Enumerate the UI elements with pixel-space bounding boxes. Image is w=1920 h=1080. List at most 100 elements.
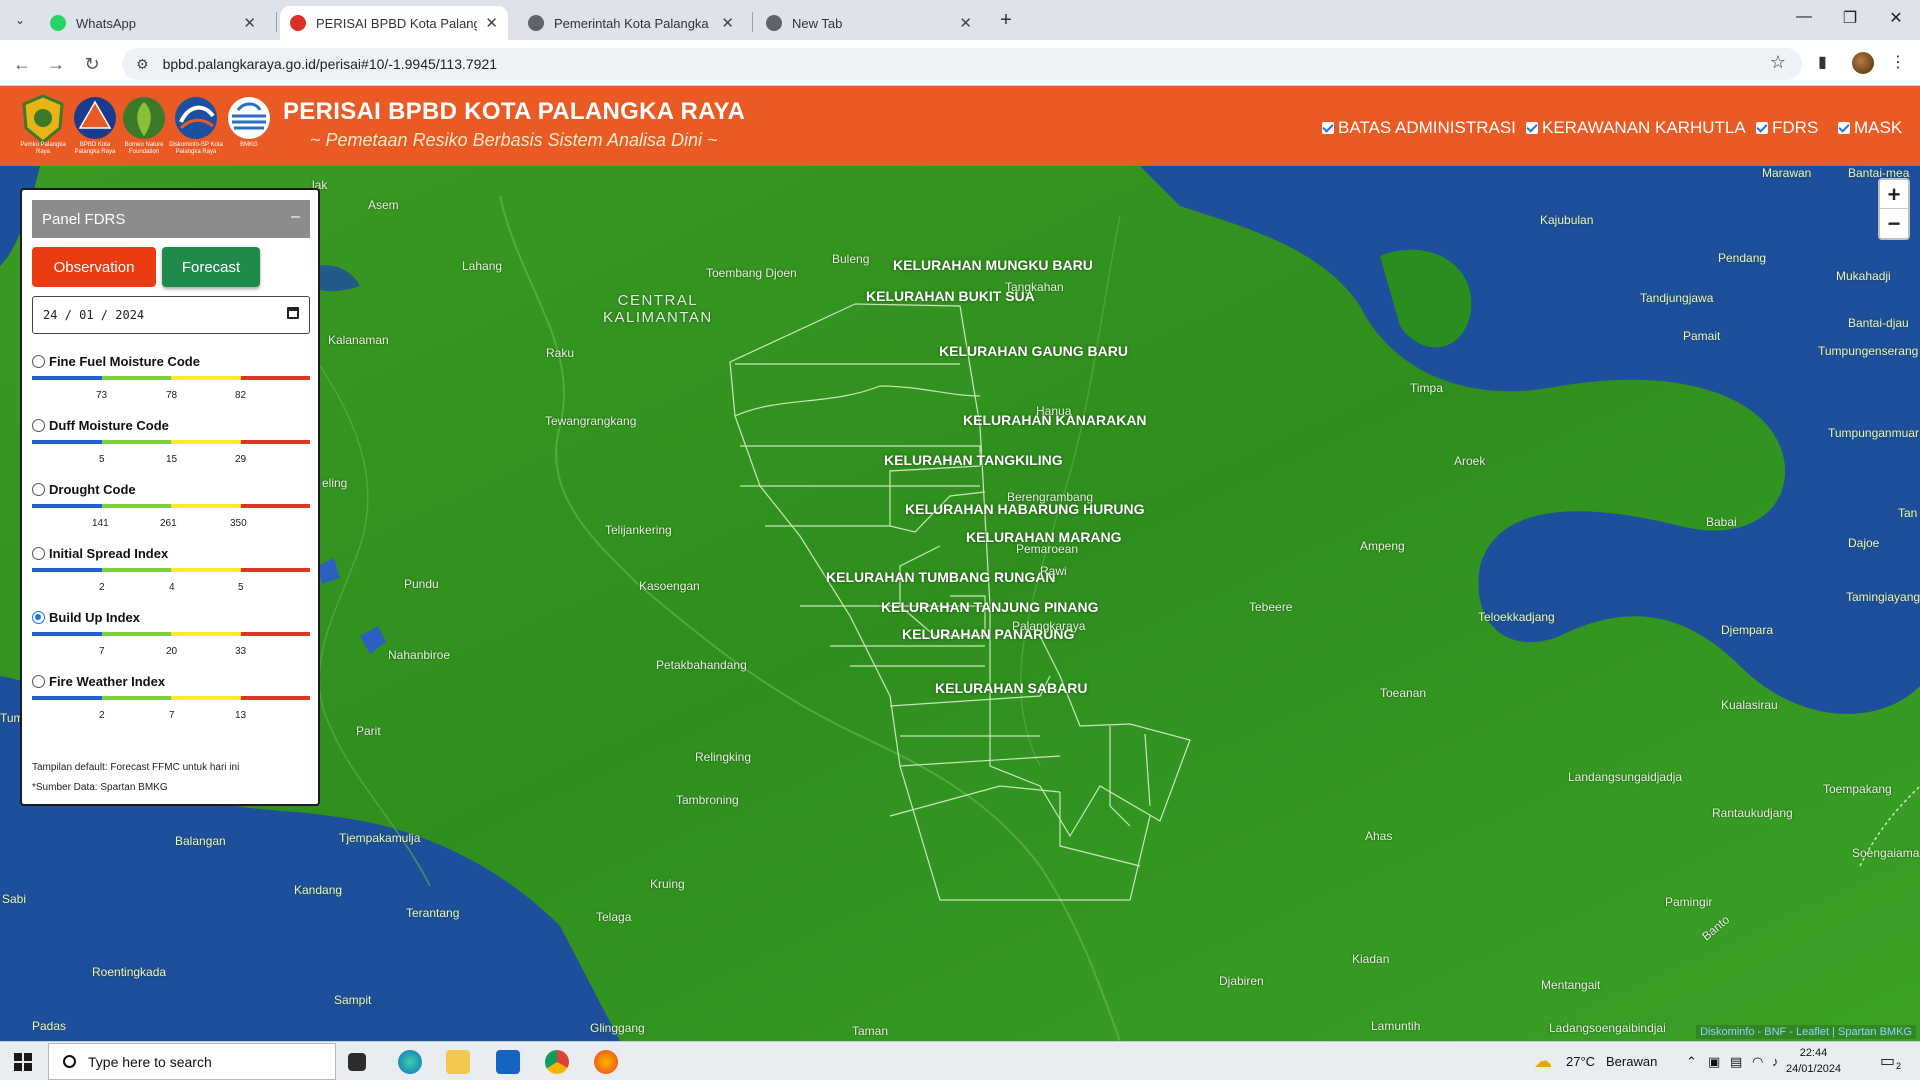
radio-button[interactable] bbox=[32, 483, 45, 496]
place-label: Lamuntih bbox=[1371, 1019, 1421, 1033]
index-label: Duff Moisture Code bbox=[49, 418, 169, 433]
radio-button[interactable] bbox=[32, 355, 45, 368]
date-input[interactable]: 24 / 01 / 2024 bbox=[32, 296, 310, 334]
forward-arrow-icon[interactable]: → bbox=[44, 52, 68, 76]
kelurahan-label[interactable]: KELURAHAN TANJUNG PINANG bbox=[881, 599, 1099, 615]
close-tab-icon[interactable]: ✕ bbox=[243, 14, 256, 32]
volume-icon[interactable]: ♪ bbox=[1772, 1054, 1779, 1069]
chrome-icon[interactable] bbox=[545, 1050, 569, 1074]
site-info-icon[interactable]: ⚙ bbox=[136, 56, 149, 73]
tab-new[interactable]: New Tab ✕ bbox=[756, 6, 982, 40]
place-label: Sabi bbox=[2, 892, 27, 906]
layer-toggle-kerawanan-karhutla[interactable]: KERAWANAN KARHUTLA bbox=[1526, 118, 1746, 138]
place-label: Lahang bbox=[462, 259, 503, 273]
bookmark-star-icon[interactable]: ☆ bbox=[1770, 52, 1786, 73]
kelurahan-label[interactable]: KELURAHAN GAUNG BARU bbox=[939, 343, 1128, 359]
layer-toggle-fdrs[interactable]: FDRS bbox=[1756, 118, 1818, 138]
weather-cloud-icon[interactable]: ☁ bbox=[1534, 1051, 1552, 1072]
clock-date: 24/01/2024 bbox=[1786, 1063, 1842, 1075]
index-fwi[interactable]: Fire Weather Index 2 7 13 bbox=[32, 674, 310, 734]
checkbox-checked-icon[interactable] bbox=[1322, 122, 1334, 134]
index-dc[interactable]: Drought Code 141 261 350 bbox=[32, 482, 310, 542]
tick-label: 15 bbox=[166, 454, 178, 465]
mail-icon[interactable] bbox=[496, 1050, 520, 1074]
radio-button[interactable] bbox=[32, 675, 45, 688]
new-tab-button[interactable]: + bbox=[994, 8, 1018, 32]
task-view-icon[interactable] bbox=[348, 1053, 366, 1071]
place-label: Kiadan bbox=[1352, 952, 1390, 966]
restore-window-button[interactable]: ❐ bbox=[1830, 8, 1870, 28]
minimize-panel-button[interactable]: – bbox=[291, 208, 300, 226]
zoom-in-button[interactable]: + bbox=[1880, 180, 1908, 209]
kelurahan-label[interactable]: KELURAHAN MUNGKU BARU bbox=[893, 257, 1093, 273]
taskbar-clock[interactable]: 22:44 24/01/2024 bbox=[1786, 1045, 1841, 1077]
tick-label: 33 bbox=[235, 646, 247, 657]
index-label: Initial Spread Index bbox=[49, 546, 169, 561]
close-tab-icon[interactable]: ✕ bbox=[485, 14, 498, 32]
edge-icon[interactable] bbox=[398, 1050, 422, 1074]
logo-caption: Borneo Nature Foundation bbox=[124, 142, 164, 155]
url-text[interactable]: bpbd.palangkaraya.go.id/perisai#10/-1.99… bbox=[163, 56, 497, 72]
logo-caption: BMKG bbox=[240, 142, 258, 148]
notification-icon[interactable]: ▭ bbox=[1880, 1051, 1895, 1071]
tab-whatsapp[interactable]: WhatsApp ✕ bbox=[40, 6, 266, 40]
checkbox-checked-icon[interactable] bbox=[1526, 122, 1538, 134]
place-label: Tjempakamulja bbox=[339, 831, 421, 845]
address-bar[interactable]: ⚙ bpbd.palangkaraya.go.id/perisai#10/-1.… bbox=[122, 48, 1802, 80]
checkbox-checked-icon[interactable] bbox=[1756, 122, 1768, 134]
layer-toggle-batas-administrasi[interactable]: BATAS ADMINISTRASI bbox=[1322, 118, 1516, 138]
map-attribution[interactable]: Diskominfo - BNF - Leaflet | Spartan BMK… bbox=[1696, 1025, 1916, 1039]
place-label: Ahas bbox=[1365, 829, 1393, 843]
tick-label: 7 bbox=[99, 646, 105, 657]
firefox-icon[interactable] bbox=[594, 1050, 618, 1074]
reload-icon[interactable]: ↻ bbox=[80, 52, 104, 76]
calendar-icon[interactable] bbox=[287, 307, 299, 319]
index-ffmc[interactable]: Fine Fuel Moisture Code 73 78 82 bbox=[32, 354, 310, 414]
radio-button[interactable] bbox=[32, 547, 45, 560]
region-label: CENTRAL KALIMANTAN bbox=[603, 292, 713, 326]
menu-kebab-icon[interactable]: ⋮ bbox=[1890, 52, 1906, 72]
place-label: Mentangait bbox=[1541, 978, 1601, 992]
checkbox-checked-icon[interactable] bbox=[1838, 122, 1850, 134]
place-label: Tan bbox=[1898, 506, 1918, 520]
place-label: Pundu bbox=[404, 577, 439, 591]
place-label: Teloekkadjang bbox=[1478, 610, 1555, 624]
tray-display-icon[interactable]: ▤ bbox=[1730, 1054, 1742, 1070]
observation-button[interactable]: Observation bbox=[32, 247, 156, 287]
weather-desc[interactable]: Berawan bbox=[1606, 1054, 1657, 1069]
index-isi[interactable]: Initial Spread Index 2 4 5 bbox=[32, 546, 310, 606]
tray-chevron-up-icon[interactable]: ⌃ bbox=[1686, 1054, 1697, 1070]
zoom-out-button[interactable]: − bbox=[1880, 209, 1908, 238]
kelurahan-label[interactable]: KELURAHAN SABARU bbox=[935, 680, 1087, 696]
forecast-button[interactable]: Forecast bbox=[162, 247, 260, 287]
index-dmc[interactable]: Duff Moisture Code 5 15 29 bbox=[32, 418, 310, 478]
tray-app-icon[interactable]: ▣ bbox=[1708, 1054, 1720, 1070]
index-bui[interactable]: Build Up Index 7 20 33 bbox=[32, 610, 310, 670]
layer-toggle-mask[interactable]: MASK bbox=[1838, 118, 1902, 138]
minimize-window-button[interactable]: — bbox=[1784, 8, 1824, 26]
place-label: Tewangrangkang bbox=[545, 414, 637, 428]
radio-button-selected[interactable] bbox=[32, 611, 45, 624]
tab-pemerintah[interactable]: Pemerintah Kota Palangka Raya ✕ bbox=[518, 6, 744, 40]
wifi-icon[interactable]: ◠ bbox=[1752, 1054, 1763, 1070]
date-value[interactable]: 24 / 01 / 2024 bbox=[43, 308, 144, 322]
tab-perisai[interactable]: PERISAI BPBD Kota Palangka Ra ✕ bbox=[280, 6, 508, 40]
color-scale bbox=[32, 376, 310, 380]
radio-button[interactable] bbox=[32, 419, 45, 432]
kelurahan-label[interactable]: KELURAHAN TUMBANG RUNGAN bbox=[826, 569, 1055, 585]
side-panel-icon[interactable]: ▮ bbox=[1818, 52, 1827, 72]
tab-search-chevron-icon[interactable]: ⌄ bbox=[8, 8, 32, 32]
place-label: Ampeng bbox=[1360, 539, 1405, 553]
windows-start-icon[interactable] bbox=[14, 1053, 32, 1071]
profile-avatar[interactable] bbox=[1852, 52, 1874, 74]
close-window-button[interactable]: ✕ bbox=[1876, 8, 1916, 28]
close-tab-icon[interactable]: ✕ bbox=[721, 14, 734, 32]
file-explorer-icon[interactable] bbox=[446, 1050, 470, 1074]
windows-taskbar: Type here to search ☁ 27°C Berawan ⌃ ▣ ▤… bbox=[0, 1041, 1920, 1080]
place-label: Pamait bbox=[1683, 329, 1721, 343]
kelurahan-label[interactable]: KELURAHAN TANGKILING bbox=[884, 452, 1063, 468]
close-tab-icon[interactable]: ✕ bbox=[959, 14, 972, 32]
back-arrow-icon[interactable]: ← bbox=[10, 52, 34, 76]
taskbar-search-box[interactable]: Type here to search bbox=[48, 1043, 336, 1080]
weather-temp[interactable]: 27°C bbox=[1566, 1054, 1595, 1069]
